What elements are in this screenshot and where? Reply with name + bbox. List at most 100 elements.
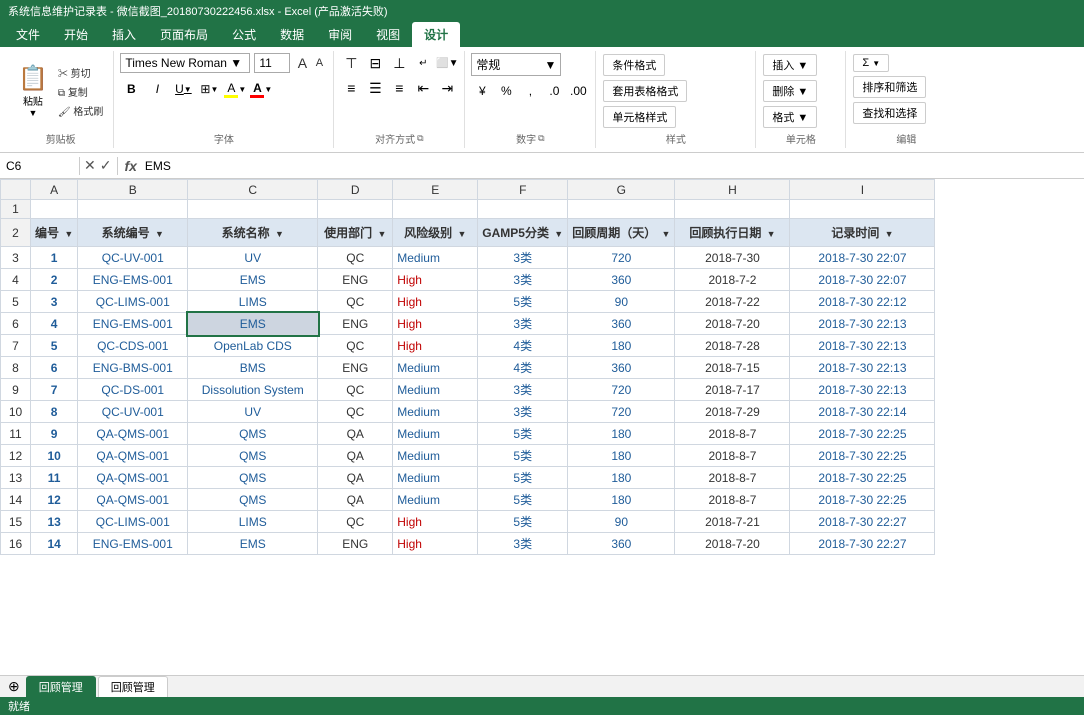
cell-period-3[interactable]: 360: [568, 313, 675, 335]
cell-id-12[interactable]: 13: [31, 511, 78, 533]
cell-reviewdate-7[interactable]: 2018-7-29: [675, 401, 790, 423]
paste-dropdown[interactable]: ▼: [28, 108, 37, 118]
cell-reviewdate-4[interactable]: 2018-7-28: [675, 335, 790, 357]
insert-function-icon[interactable]: fx: [124, 158, 136, 174]
cell-recordtime-11[interactable]: 2018-7-30 22:25: [790, 489, 935, 511]
cell-recordtime-10[interactable]: 2018-7-30 22:25: [790, 467, 935, 489]
cell-syscode-4[interactable]: QC-CDS-001: [78, 335, 188, 357]
cell-syscode-8[interactable]: QA-QMS-001: [78, 423, 188, 445]
cell-gamp-0[interactable]: 3类: [478, 247, 568, 269]
cell-recordtime-0[interactable]: 2018-7-30 22:07: [790, 247, 935, 269]
cell-sysname-10[interactable]: QMS: [188, 467, 318, 489]
font-name-selector[interactable]: Times New Roman ▼: [120, 53, 250, 73]
cell-risk-7[interactable]: Medium: [393, 401, 478, 423]
cell-period-8[interactable]: 180: [568, 423, 675, 445]
cell-syscode-9[interactable]: QA-QMS-001: [78, 445, 188, 467]
col-E-header[interactable]: E: [393, 180, 478, 200]
indent-decrease-button[interactable]: ⇤: [412, 78, 434, 98]
cell-risk-0[interactable]: Medium: [393, 247, 478, 269]
wrap-text-button[interactable]: ↵: [412, 53, 434, 73]
cell-recordtime-4[interactable]: 2018-7-30 22:13: [790, 335, 935, 357]
delete-cells-button[interactable]: 删除 ▼: [763, 80, 817, 102]
format-cells-button[interactable]: 格式 ▼: [763, 106, 817, 128]
cell-period-12[interactable]: 90: [568, 511, 675, 533]
cell-dept-4[interactable]: QC: [318, 335, 393, 357]
cell-B1[interactable]: [78, 200, 188, 219]
cell-reviewdate-11[interactable]: 2018-8-7: [675, 489, 790, 511]
cell-period-11[interactable]: 180: [568, 489, 675, 511]
sheet-tab-1[interactable]: 回顾管理: [98, 676, 168, 697]
cell-gamp-8[interactable]: 5类: [478, 423, 568, 445]
cell-gamp-2[interactable]: 5类: [478, 291, 568, 313]
cell-sysname-5[interactable]: BMS: [188, 357, 318, 379]
cell-id-10[interactable]: 11: [31, 467, 78, 489]
cell-gamp-13[interactable]: 3类: [478, 533, 568, 555]
cell-recordtime-6[interactable]: 2018-7-30 22:13: [790, 379, 935, 401]
cell-gamp-10[interactable]: 5类: [478, 467, 568, 489]
cell-syscode-11[interactable]: QA-QMS-001: [78, 489, 188, 511]
number-expand-button[interactable]: ⧉: [538, 133, 544, 144]
cell-period-13[interactable]: 360: [568, 533, 675, 555]
tab-insert[interactable]: 插入: [100, 22, 148, 47]
number-format-selector[interactable]: 常规 ▼: [471, 53, 561, 76]
tab-file[interactable]: 文件: [4, 22, 52, 47]
cell-syscode-1[interactable]: ENG-EMS-001: [78, 269, 188, 291]
header-risk[interactable]: 风险级别 ▼: [393, 219, 478, 247]
cell-syscode-7[interactable]: QC-UV-001: [78, 401, 188, 423]
cell-reviewdate-0[interactable]: 2018-7-30: [675, 247, 790, 269]
sort-filter-button[interactable]: 排序和筛选: [853, 76, 926, 98]
cell-reviewdate-2[interactable]: 2018-7-22: [675, 291, 790, 313]
tab-review[interactable]: 审阅: [316, 22, 364, 47]
cell-period-2[interactable]: 90: [568, 291, 675, 313]
cell-period-6[interactable]: 720: [568, 379, 675, 401]
cell-syscode-0[interactable]: QC-UV-001: [78, 247, 188, 269]
cell-C1[interactable]: [188, 200, 318, 219]
cell-syscode-2[interactable]: QC-LIMS-001: [78, 291, 188, 313]
auto-sum-button[interactable]: Σ ▼: [853, 54, 889, 72]
col-D-header[interactable]: D: [318, 180, 393, 200]
cell-dept-7[interactable]: QC: [318, 401, 393, 423]
cell-risk-1[interactable]: High: [393, 269, 478, 291]
font-increase-button[interactable]: A: [294, 55, 310, 71]
cell-id-5[interactable]: 6: [31, 357, 78, 379]
tab-view[interactable]: 视图: [364, 22, 412, 47]
cell-sysname-12[interactable]: LIMS: [188, 511, 318, 533]
cell-sysname-2[interactable]: LIMS: [188, 291, 318, 313]
cell-id-8[interactable]: 9: [31, 423, 78, 445]
cell-gamp-11[interactable]: 5类: [478, 489, 568, 511]
alignment-expand-button[interactable]: ⧉: [417, 133, 423, 144]
cell-id-1[interactable]: 2: [31, 269, 78, 291]
cell-recordtime-12[interactable]: 2018-7-30 22:27: [790, 511, 935, 533]
cell-recordtime-5[interactable]: 2018-7-30 22:13: [790, 357, 935, 379]
cell-period-7[interactable]: 720: [568, 401, 675, 423]
cell-recordtime-13[interactable]: 2018-7-30 22:27: [790, 533, 935, 555]
cell-H1[interactable]: [675, 200, 790, 219]
formula-input[interactable]: [141, 157, 1084, 175]
header-id[interactable]: 编号 ▼: [31, 219, 78, 247]
header-review-date[interactable]: 回顾执行日期 ▼: [675, 219, 790, 247]
cell-reviewdate-8[interactable]: 2018-8-7: [675, 423, 790, 445]
cell-reference-box[interactable]: C6: [0, 157, 80, 175]
header-sys-name[interactable]: 系统名称 ▼: [188, 219, 318, 247]
tab-formula[interactable]: 公式: [220, 22, 268, 47]
cell-id-11[interactable]: 12: [31, 489, 78, 511]
cell-id-2[interactable]: 3: [31, 291, 78, 313]
cell-dept-9[interactable]: QA: [318, 445, 393, 467]
align-top-button[interactable]: ⊤: [340, 53, 362, 73]
cell-gamp-12[interactable]: 5类: [478, 511, 568, 533]
cell-reviewdate-5[interactable]: 2018-7-15: [675, 357, 790, 379]
cell-dept-1[interactable]: ENG: [318, 269, 393, 291]
cell-risk-5[interactable]: Medium: [393, 357, 478, 379]
cell-recordtime-9[interactable]: 2018-7-30 22:25: [790, 445, 935, 467]
col-A-header[interactable]: A: [31, 180, 78, 200]
comma-button[interactable]: ,: [519, 81, 541, 101]
cell-syscode-3[interactable]: ENG-EMS-001: [78, 313, 188, 335]
cell-reviewdate-12[interactable]: 2018-7-21: [675, 511, 790, 533]
percent-button[interactable]: %: [495, 81, 517, 101]
format-painter-button[interactable]: 🖌 格式刷: [54, 102, 107, 119]
bold-button[interactable]: B: [120, 78, 142, 100]
cancel-formula-icon[interactable]: ✕: [84, 157, 96, 174]
tab-page-layout[interactable]: 页面布局: [148, 22, 220, 47]
cell-id-7[interactable]: 8: [31, 401, 78, 423]
cell-risk-4[interactable]: High: [393, 335, 478, 357]
